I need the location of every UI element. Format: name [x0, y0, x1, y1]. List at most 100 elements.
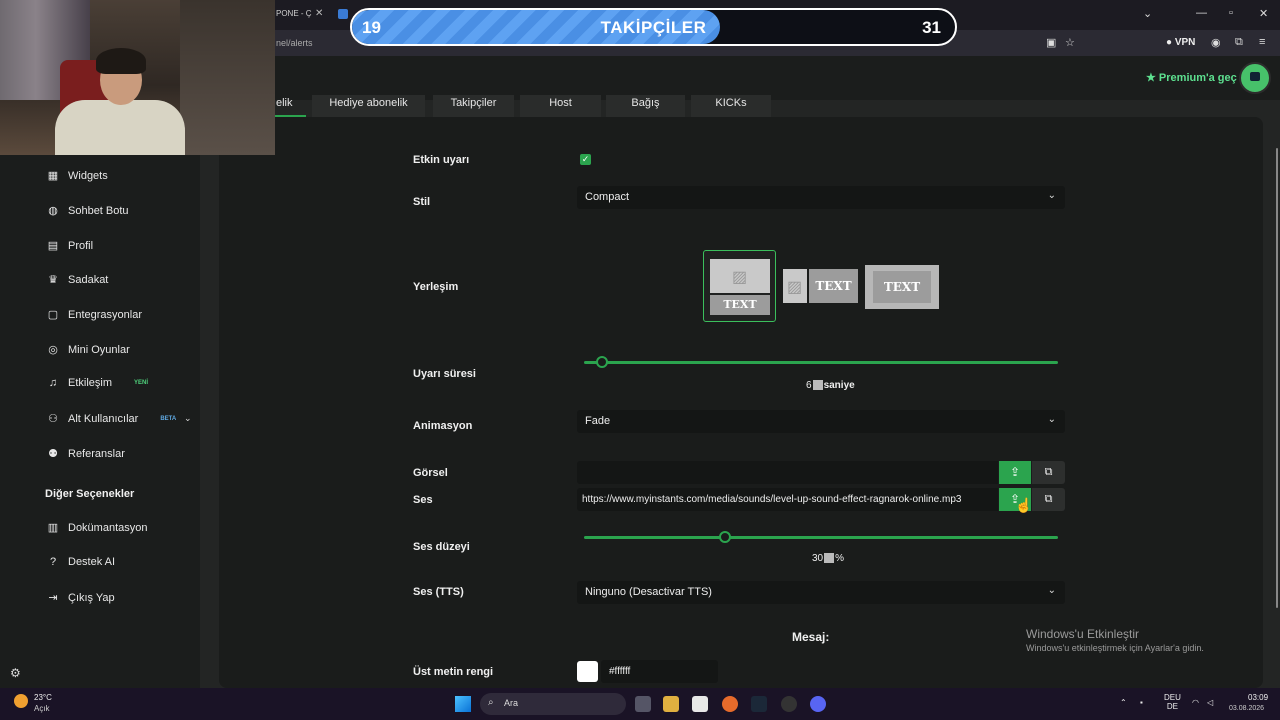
tab-donation[interactable]: Bağış	[606, 95, 685, 117]
keyboard-language[interactable]: DEU DE	[1164, 693, 1181, 711]
tray-chevron-up-icon[interactable]: ⌃	[1120, 698, 1127, 707]
volume-value: 30	[812, 553, 824, 564]
question-icon: ?	[49, 556, 57, 568]
wifi-icon[interactable]: ◠	[1192, 698, 1199, 707]
sidebar-item-label: Entegrasyonlar	[68, 308, 142, 321]
top-text-color-swatch[interactable]	[577, 661, 598, 682]
duration-slider-track[interactable]	[584, 361, 1058, 364]
volume-slider-track[interactable]	[584, 536, 1058, 539]
close-window-icon[interactable]: ✕	[1259, 7, 1268, 20]
tab-gift-sub[interactable]: Hediye abonelik	[312, 95, 425, 117]
reader-view-icon[interactable]: ▣	[1046, 36, 1056, 49]
enabled-alert-label: Etkin uyarı	[413, 154, 470, 166]
image-gallery-button[interactable]: ⧉	[1032, 461, 1065, 484]
extensions-icon[interactable]: ⧉	[1235, 36, 1243, 49]
layout-option-side[interactable]: ▨ TEXT	[783, 269, 858, 303]
sidebar-item-label: Profil	[68, 239, 94, 252]
upload-icon: ⇪	[1009, 465, 1021, 479]
duration-slider-knob[interactable]	[595, 356, 608, 368]
gear-icon[interactable]: ⚙	[10, 666, 21, 680]
url-text[interactable]: nel/alerts	[276, 38, 313, 48]
animation-select[interactable]: Fade ⌄	[577, 410, 1065, 433]
top-text-color-input[interactable]: #ffffff	[601, 660, 718, 683]
minimize-icon[interactable]: —	[1196, 7, 1207, 19]
sidebar-item-loyalty[interactable]: ♛ Sadakat	[46, 273, 108, 287]
layout-option-stacked[interactable]: ▨ TEXT	[703, 250, 776, 322]
maximize-icon[interactable]: ▫	[1229, 7, 1233, 19]
users-icon: ⚇	[48, 413, 58, 425]
browser-tab-favicon[interactable]	[338, 9, 348, 19]
sidebar-item-logout[interactable]: ⇥ Çıkış Yap	[46, 591, 114, 605]
sidebar-item-documentation[interactable]: ▥ Dokümantasyon	[46, 521, 148, 535]
style-value: Compact	[585, 191, 630, 203]
premium-link[interactable]: ★ Premium'a geç	[1146, 71, 1237, 84]
activation-watermark-title: Windows'u Etkinleştir	[1026, 627, 1139, 641]
taskbar-search[interactable]: ⌕ Ara	[480, 693, 626, 715]
sidebar-item-interaction[interactable]: ♫ Etkileşim YENİ	[46, 377, 148, 389]
menu-icon[interactable]: ≡	[1259, 36, 1265, 48]
sidebar-item-label: Mini Oyunlar	[68, 343, 130, 356]
windows-start-icon[interactable]	[455, 696, 471, 712]
tray-app-icon[interactable]: ▪	[1140, 698, 1143, 707]
webcam-person-hair	[96, 48, 146, 74]
volume-icon[interactable]: ◁	[1207, 698, 1213, 707]
style-select[interactable]: Compact ⌄	[577, 186, 1065, 209]
tab-followers[interactable]: Takipçiler	[433, 95, 514, 117]
image-url-input[interactable]	[577, 461, 998, 484]
weather-condition[interactable]: Açık	[34, 704, 50, 713]
discord-icon[interactable]	[810, 696, 826, 712]
chevron-down-icon[interactable]: ⌄	[1143, 7, 1152, 20]
weather-icon[interactable]	[14, 694, 28, 708]
language-code: DEU	[1164, 693, 1181, 702]
chevron-down-icon: ⌄	[1047, 414, 1056, 425]
chevron-down-icon[interactable]: ⌄	[184, 413, 192, 424]
volume-readout: 30%	[812, 553, 844, 564]
store-icon[interactable]	[692, 696, 708, 712]
sound-url-input[interactable]: https://www.myinstants.com/media/sounds/…	[577, 488, 998, 511]
duration-value: 6	[806, 380, 812, 391]
site-header	[275, 56, 1280, 100]
sidebar-item-support-ai[interactable]: ? Destek AI	[46, 556, 115, 568]
upload-image-button[interactable]: ⇪	[999, 461, 1031, 484]
image-label: Görsel	[413, 467, 448, 479]
file-explorer-icon[interactable]	[663, 696, 679, 712]
sidebar-item-profile[interactable]: ▤ Profil	[46, 239, 94, 253]
music-icon: ♫	[48, 377, 58, 389]
tab-host[interactable]: Host	[520, 95, 601, 117]
new-badge: YENİ	[134, 380, 149, 386]
vpn-button[interactable]: ● VPN	[1166, 37, 1195, 48]
sidebar-item-chatbot[interactable]: ◍ Sohbet Botu	[46, 204, 129, 218]
sidebar-item-mini-games[interactable]: ◎ Mini Oyunlar	[46, 343, 130, 357]
sidebar-item-widgets[interactable]: ▦ Widgets	[46, 169, 108, 183]
layout-option-overlay[interactable]: TEXT	[865, 265, 939, 309]
scrollbar[interactable]	[1276, 148, 1278, 608]
tab-subscription[interactable]: elik	[275, 95, 306, 117]
firefox-icon[interactable]	[722, 696, 738, 712]
taskbar-search-placeholder: Ara	[504, 698, 519, 708]
browser-tab-title[interactable]: PONE - Ç	[276, 9, 312, 18]
close-tab-icon[interactable]: ✕	[315, 8, 323, 19]
sidebar-item-integrations[interactable]: ▢ Entegrasyonlar	[46, 308, 142, 322]
account-icon[interactable]: ◉	[1211, 36, 1221, 49]
avatar[interactable]	[1239, 62, 1271, 94]
weather-temperature[interactable]: 23°C	[34, 693, 52, 702]
sidebar-item-referrals[interactable]: ⚉ Referanslar	[46, 447, 125, 461]
premium-label: Premium'a geç	[1158, 72, 1237, 84]
taskbar-time[interactable]: 03:09	[1248, 693, 1268, 702]
logout-icon: ⇥	[48, 592, 58, 604]
github-icon[interactable]	[781, 696, 797, 712]
taskbar-date[interactable]: 03.08.2026	[1229, 705, 1264, 712]
webcam-overlay	[0, 0, 275, 155]
chevron-down-icon: ⌄	[1047, 190, 1056, 201]
gallery-icon: ⧉	[1044, 493, 1053, 505]
sound-gallery-button[interactable]: ⧉	[1032, 488, 1065, 511]
tts-select[interactable]: Ninguno (Desactivar TTS) ⌄	[577, 581, 1065, 604]
sidebar-item-label: Sohbet Botu	[68, 204, 129, 217]
sidebar-item-sub-users[interactable]: ⚇ Alt Kullanıcılar BETA	[46, 412, 176, 426]
steam-icon[interactable]	[751, 696, 767, 712]
task-view-icon[interactable]	[635, 696, 651, 712]
bookmark-star-icon[interactable]: ☆	[1065, 36, 1075, 49]
sidebar-item-label: Widgets	[68, 169, 108, 182]
tab-kicks[interactable]: KICKs	[691, 95, 771, 117]
enabled-alert-checkbox[interactable]: ✓	[580, 154, 591, 165]
